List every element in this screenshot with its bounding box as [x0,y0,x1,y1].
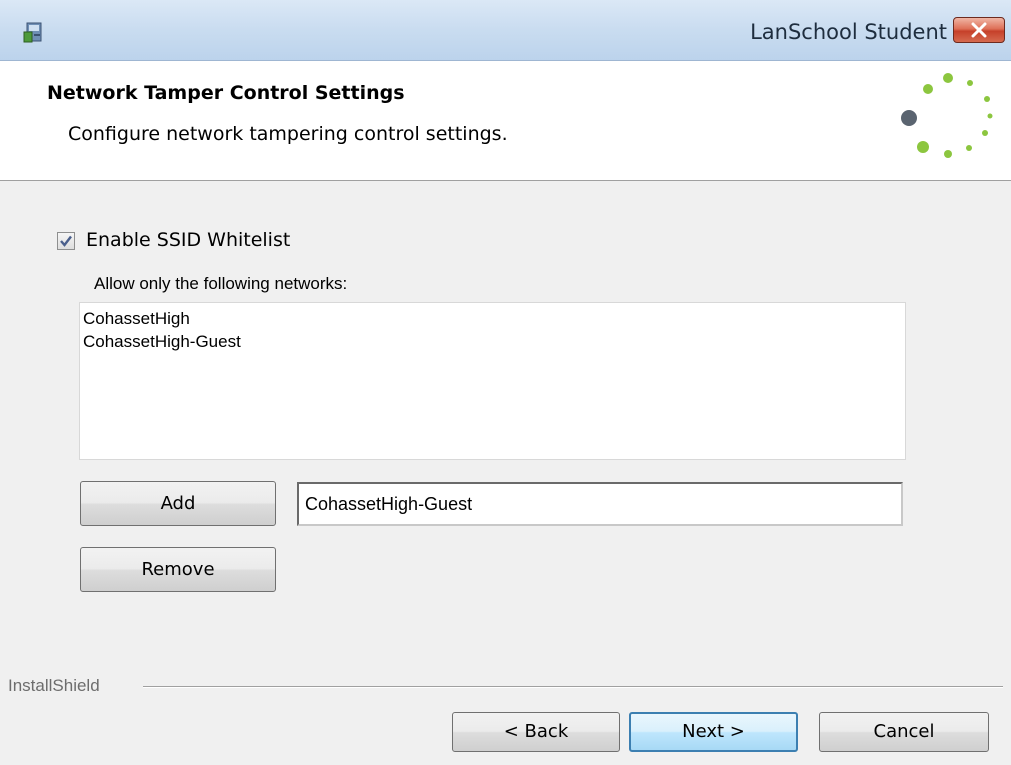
installer-icon [22,20,46,44]
installshield-label: InstallShield [8,676,100,695]
next-button[interactable]: Next > [629,712,798,752]
checkmark-icon [60,235,72,247]
enable-ssid-whitelist-label[interactable]: Enable SSID Whitelist [86,229,290,251]
list-item[interactable]: CohassetHigh-Guest [80,330,905,353]
close-icon [971,22,987,38]
back-button[interactable]: < Back [452,712,620,752]
title-bar[interactable]: LanSchool Student [0,0,1011,61]
close-button[interactable] [953,17,1005,43]
allowed-networks-label: Allow only the following networks: [94,274,348,293]
installer-window: LanSchool Student Network Tamper Control… [0,0,1011,765]
ssid-input[interactable] [297,482,903,526]
add-button[interactable]: Add [80,481,276,526]
allowed-networks-list[interactable]: CohassetHigh CohassetHigh-Guest [79,302,906,460]
header-banner: Network Tamper Control Settings Configur… [0,61,1011,181]
page-title: Network Tamper Control Settings [47,82,405,104]
loading-spinner-icon [901,73,993,158]
remove-button[interactable]: Remove [80,547,276,592]
footer-divider [143,686,1003,688]
enable-ssid-whitelist-checkbox[interactable] [57,232,75,250]
list-item[interactable]: CohassetHigh [80,307,905,330]
cancel-button[interactable]: Cancel [819,712,989,752]
page-subtitle: Configure network tampering control sett… [68,123,508,145]
window-title: LanSchool Student [750,20,947,44]
